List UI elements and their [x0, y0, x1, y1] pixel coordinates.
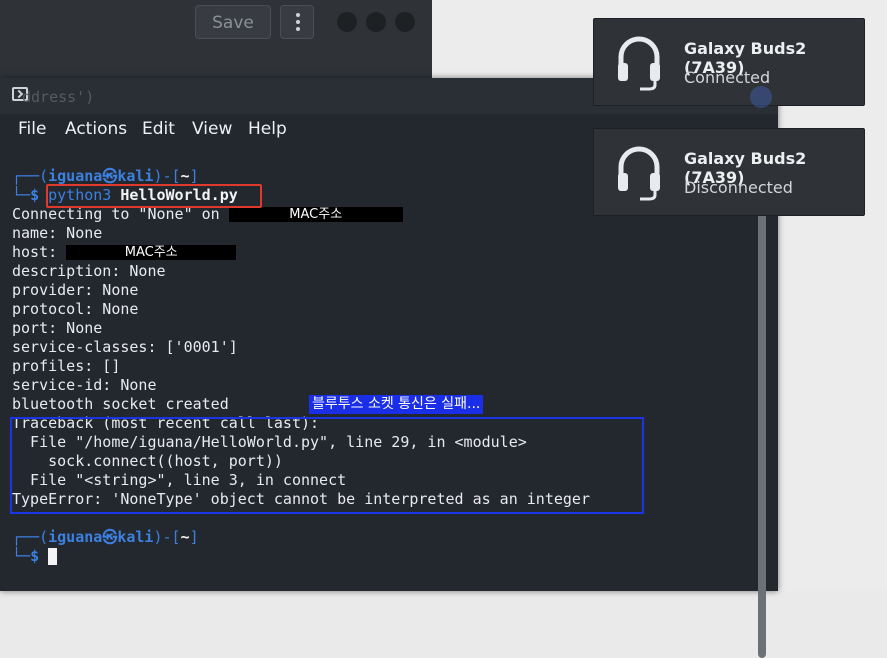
menu-edit[interactable]: Edit [142, 119, 175, 139]
notification-status: Connected [684, 68, 771, 87]
redacted-mac-address: MAC주소 [228, 207, 403, 222]
redacted-mac-address: MAC주소 [66, 245, 237, 260]
notification-close-icon[interactable] [750, 86, 772, 108]
error-highlight-box [10, 417, 644, 514]
output-line: port: None [12, 319, 103, 337]
more-options-icon-dot [296, 27, 300, 31]
output-line: profiles: [] [12, 357, 121, 375]
save-button[interactable]: Save [195, 5, 271, 39]
output-host: host: MAC주소 [12, 243, 772, 262]
notification-disconnected[interactable]: Galaxy Buds2 (7A39) Disconnected [593, 128, 865, 216]
output-line: description: None [12, 262, 166, 280]
menu-view[interactable]: View [192, 119, 232, 139]
notification-status: Disconnected [684, 178, 793, 197]
notification-connected[interactable]: Galaxy Buds2 (7A39) Connected [593, 18, 865, 106]
output-name: name: None [12, 224, 103, 242]
prompt-line-2: ┌──(iguana㉿kali)-[~] [12, 528, 199, 546]
output-line: service-classes: ['0001'] [12, 338, 238, 356]
window-close-button[interactable] [395, 12, 415, 32]
output-line: service-id: None [12, 376, 157, 394]
menu-actions[interactable]: Actions [65, 119, 127, 139]
menu-file[interactable]: File [18, 119, 46, 139]
headset-icon [618, 146, 660, 201]
more-options-icon [296, 13, 300, 17]
annotation-label: 블루투스 소켓 통신은 실패... [309, 395, 484, 414]
output-line: provider: None [12, 281, 139, 299]
window-minimize-button[interactable] [337, 12, 357, 32]
window-maximize-button[interactable] [366, 12, 386, 32]
command-highlight-box [46, 184, 262, 208]
more-options-icon-dot [296, 20, 300, 24]
input-line[interactable]: └─$ [12, 547, 772, 566]
headset-icon [618, 36, 660, 91]
menu-help[interactable]: Help [248, 119, 287, 139]
output-line: protocol: None [12, 300, 139, 318]
text-cursor [48, 548, 58, 565]
more-options-button[interactable] [280, 5, 314, 39]
